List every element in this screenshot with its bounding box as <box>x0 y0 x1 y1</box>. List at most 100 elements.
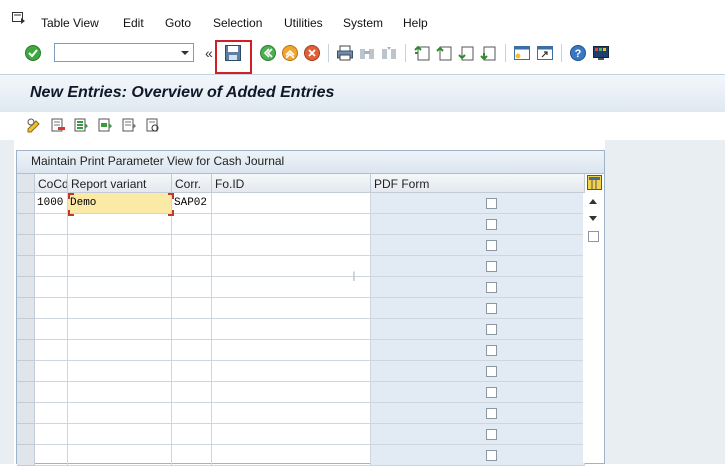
column-settings-icon[interactable] <box>587 175 602 190</box>
select-block-icon[interactable] <box>97 117 113 133</box>
command-field[interactable] <box>54 43 194 62</box>
vertical-scrollbar[interactable] <box>583 193 604 463</box>
foid-cell[interactable] <box>212 193 371 214</box>
cocd-cell[interactable] <box>35 235 68 256</box>
help-icon[interactable]: ? <box>569 44 587 62</box>
corr-cell[interactable] <box>172 424 212 445</box>
row-selector[interactable] <box>17 424 35 445</box>
pdf-form-checkbox[interactable] <box>486 240 497 251</box>
print-icon[interactable] <box>336 44 354 62</box>
pdf-form-checkbox[interactable] <box>486 387 497 398</box>
pdf-form-checkbox[interactable] <box>486 282 497 293</box>
cocd-cell[interactable] <box>35 277 68 298</box>
row-selector[interactable] <box>17 256 35 277</box>
pdf-form-checkbox[interactable] <box>486 324 497 335</box>
select-all-icon[interactable] <box>73 117 89 133</box>
menu-utilities[interactable]: Utilities <box>284 16 323 30</box>
menu-edit[interactable]: Edit <box>123 16 144 30</box>
foid-cell[interactable] <box>212 235 371 256</box>
scroll-up-icon[interactable] <box>588 197 598 205</box>
header-cocd[interactable]: CoCd <box>35 174 68 193</box>
foid-cell[interactable] <box>212 403 371 424</box>
header-fo-id[interactable]: Fo.ID <box>212 174 371 193</box>
variant-cell[interactable] <box>68 382 172 403</box>
foid-cell[interactable] <box>212 298 371 319</box>
cocd-cell[interactable]: 1000 <box>35 193 68 214</box>
foid-cell[interactable] <box>212 319 371 340</box>
new-session-icon[interactable] <box>513 44 531 62</box>
foid-cell[interactable] <box>212 256 371 277</box>
pdf-form-checkbox[interactable] <box>486 366 497 377</box>
pdf-form-checkbox[interactable] <box>486 219 497 230</box>
corr-cell[interactable] <box>172 298 212 319</box>
variant-cell[interactable] <box>68 424 172 445</box>
row-selector[interactable] <box>17 445 35 466</box>
collapse-toolbar-icon[interactable]: « <box>205 45 213 61</box>
pdf-form-checkbox[interactable] <box>486 261 497 272</box>
deselect-all-icon[interactable] <box>121 117 137 133</box>
menu-table-view[interactable]: Table View <box>41 16 99 30</box>
header-pdf-form[interactable]: PDF Form <box>371 174 585 193</box>
foid-cell[interactable] <box>212 445 371 466</box>
find-next-icon[interactable] <box>380 44 398 62</box>
cocd-cell[interactable] <box>35 382 68 403</box>
corr-cell[interactable] <box>172 361 212 382</box>
header-corr[interactable]: Corr. <box>172 174 212 193</box>
corr-cell[interactable] <box>172 319 212 340</box>
last-page-icon[interactable] <box>479 44 497 62</box>
row-selector[interactable] <box>17 403 35 424</box>
foid-cell[interactable] <box>212 361 371 382</box>
scroll-thumb[interactable] <box>588 231 599 242</box>
corr-cell[interactable] <box>172 235 212 256</box>
row-selector[interactable] <box>17 193 35 214</box>
cocd-cell[interactable] <box>35 361 68 382</box>
cocd-cell[interactable] <box>35 319 68 340</box>
foid-cell[interactable] <box>212 214 371 235</box>
variant-cell[interactable] <box>68 277 172 298</box>
corr-cell[interactable]: SAP02 <box>172 193 212 214</box>
pdf-form-checkbox[interactable] <box>486 408 497 419</box>
pdf-form-checkbox[interactable] <box>486 429 497 440</box>
row-selector[interactable] <box>17 382 35 403</box>
chevron-down-icon[interactable] <box>179 46 191 59</box>
select-all-corner[interactable] <box>17 174 35 193</box>
foid-cell[interactable] <box>212 382 371 403</box>
foid-cell[interactable] <box>212 277 371 298</box>
menu-goto[interactable]: Goto <box>165 16 191 30</box>
cocd-cell[interactable] <box>35 445 68 466</box>
pdf-form-checkbox[interactable] <box>486 198 497 209</box>
variant-cell[interactable] <box>68 361 172 382</box>
first-page-icon[interactable] <box>413 44 431 62</box>
menu-help[interactable]: Help <box>403 16 428 30</box>
next-page-icon[interactable] <box>457 44 475 62</box>
enter-icon[interactable] <box>24 44 42 62</box>
menu-selection[interactable]: Selection <box>213 16 262 30</box>
corr-cell[interactable] <box>172 403 212 424</box>
delete-icon[interactable] <box>50 117 66 133</box>
foid-cell[interactable] <box>212 340 371 361</box>
cocd-cell[interactable] <box>35 340 68 361</box>
menu-icon[interactable] <box>12 12 26 24</box>
shortcut-icon[interactable] <box>536 44 554 62</box>
cocd-cell[interactable] <box>35 214 68 235</box>
cocd-cell[interactable] <box>35 256 68 277</box>
corr-cell[interactable] <box>172 256 212 277</box>
pdf-form-checkbox[interactable] <box>486 303 497 314</box>
corr-cell[interactable] <box>172 214 212 235</box>
row-selector[interactable] <box>17 235 35 256</box>
variant-icon[interactable] <box>145 117 161 133</box>
foid-cell[interactable] <box>212 424 371 445</box>
variant-cell[interactable] <box>68 403 172 424</box>
find-icon[interactable] <box>358 44 376 62</box>
row-selector[interactable] <box>17 319 35 340</box>
row-selector[interactable] <box>17 340 35 361</box>
previous-page-icon[interactable] <box>435 44 453 62</box>
pdf-form-checkbox[interactable] <box>486 450 497 461</box>
back-icon[interactable] <box>259 44 277 62</box>
variant-cell[interactable] <box>68 445 172 466</box>
exit-icon[interactable] <box>281 44 299 62</box>
corr-cell[interactable] <box>172 382 212 403</box>
report-variant-input[interactable]: Demo <box>68 193 172 214</box>
change-display-icon[interactable] <box>26 117 42 133</box>
corr-cell[interactable] <box>172 445 212 466</box>
